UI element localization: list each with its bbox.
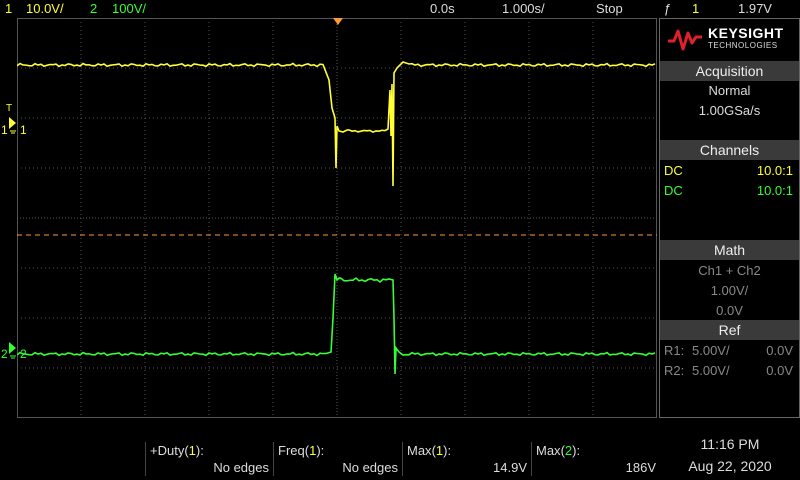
- timebase[interactable]: 1.000s/: [502, 1, 545, 16]
- ch2-ground-icon[interactable]: [9, 340, 17, 362]
- measurement-max2-label[interactable]: Max(2):: [536, 443, 580, 458]
- waveform-display[interactable]: [17, 18, 657, 418]
- run-state[interactable]: Stop: [596, 1, 623, 16]
- ref-header[interactable]: Ref: [660, 320, 799, 340]
- acquisition-mode: Normal: [708, 83, 751, 98]
- measurement-max2-value: 186V: [625, 460, 656, 475]
- measurement-duty-value: No edges: [213, 460, 269, 475]
- clock-time: 11:16 PM: [700, 436, 760, 452]
- ch1-number[interactable]: 1: [5, 1, 12, 16]
- trigger-edge-icon: ƒ: [664, 1, 672, 16]
- ch1-coupling: DC: [664, 163, 683, 178]
- divider: [273, 442, 274, 476]
- status-bar: 1 10.0V/ 2 100V/ 0.0s 1.000s/ Stop ƒ 1 1…: [0, 0, 800, 18]
- math-offset: 0.0V: [716, 303, 743, 318]
- keysight-logo-icon: [668, 29, 702, 51]
- ch1-waveform: [17, 61, 656, 187]
- ch2-waveform: [17, 273, 656, 375]
- channels-header[interactable]: Channels: [660, 140, 799, 160]
- side-panel: KEYSIGHT TECHNOLOGIES Acquisition Normal…: [659, 18, 800, 418]
- divider: [531, 442, 532, 476]
- brand-sub: TECHNOLOGIES: [708, 41, 778, 50]
- measurement-duty-label[interactable]: +Duty(1):: [150, 443, 204, 458]
- ch1-ground-icon[interactable]: [9, 115, 17, 137]
- ch1-ground-label: 1: [1, 123, 8, 137]
- r2-scale: 5.00V/: [692, 363, 730, 378]
- measurement-bar: +Duty(1): No edges Freq(1): No edges Max…: [0, 420, 800, 480]
- time-offset[interactable]: 0.0s: [430, 1, 455, 16]
- r1-offset: 0.0V: [766, 343, 793, 358]
- r2-offset: 0.0V: [766, 363, 793, 378]
- ch2-scale[interactable]: 100V/: [112, 1, 146, 16]
- measurement-freq-value: No edges: [342, 460, 398, 475]
- trigger-position-marker[interactable]: [333, 18, 343, 25]
- measurement-freq-label[interactable]: Freq(1):: [278, 443, 324, 458]
- clock-date: Aug 22, 2020: [688, 458, 772, 474]
- ch2-probe: 10.0:1: [756, 183, 793, 198]
- measurement-max1-label[interactable]: Max(1):: [407, 443, 451, 458]
- trigger-source[interactable]: 1: [692, 1, 699, 16]
- ch1-scale[interactable]: 10.0V/: [26, 1, 64, 16]
- r1-scale: 5.00V/: [692, 343, 730, 358]
- ch2-number[interactable]: 2: [90, 1, 97, 16]
- ch1-marker-label: 1: [20, 123, 27, 137]
- ch2-ground-label: 2: [1, 347, 8, 361]
- divider: [145, 442, 146, 476]
- acquisition-header[interactable]: Acquisition: [660, 61, 799, 81]
- trigger-level[interactable]: 1.97V: [738, 1, 772, 16]
- ch1-probe: 10.0:1: [756, 163, 793, 178]
- r2-label: R2:: [664, 363, 685, 378]
- divider: [402, 442, 403, 476]
- brand-name: KEYSIGHT: [708, 25, 784, 41]
- math-function: Ch1 + Ch2: [698, 263, 761, 278]
- graticule: [17, 18, 657, 418]
- trigger-marker[interactable]: T: [6, 103, 12, 114]
- r1-label: R1:: [664, 343, 685, 358]
- ch2-coupling: DC: [664, 183, 683, 198]
- math-header[interactable]: Math: [660, 240, 799, 260]
- math-scale: 1.00V/: [710, 283, 749, 298]
- sample-rate: 1.00GSa/s: [698, 103, 761, 118]
- measurement-max1-value: 14.9V: [493, 460, 527, 475]
- ch2-marker-label: 2: [20, 347, 27, 361]
